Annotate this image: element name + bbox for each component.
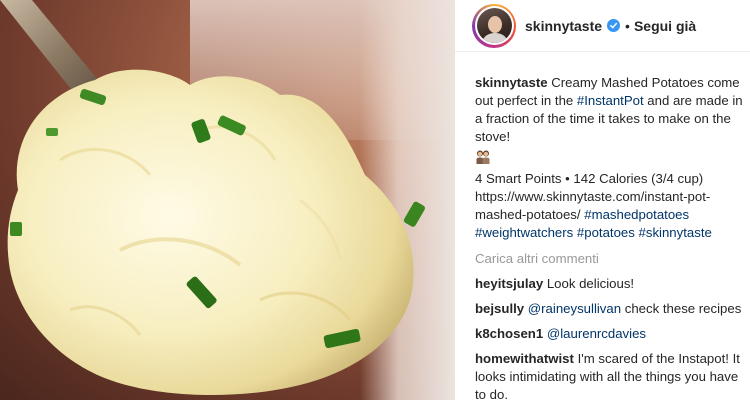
hashtag-potatoes[interactable]: #potatoes [577, 225, 635, 240]
header-username[interactable]: skinnytaste [525, 18, 602, 34]
post-photo[interactable] [0, 0, 455, 400]
comment-item: bejsully @raineysullivan check these rec… [475, 300, 743, 318]
comments-list: skinnytaste Creamy Mashed Potatoes come … [475, 74, 743, 400]
comment-username[interactable]: k8chosen1 [475, 326, 543, 341]
avatar-border [474, 6, 514, 45]
header-separator: • [625, 17, 630, 34]
comment-username[interactable]: homewithatwist [475, 351, 574, 366]
comment-text: check these recipes [621, 301, 742, 316]
comment-mention[interactable]: @raineysullivan [528, 301, 621, 316]
family-emoji-icon [475, 149, 491, 165]
chive [10, 222, 22, 236]
hashtag-mashedpotatoes[interactable]: #mashedpotatoes [584, 207, 689, 222]
mashed-potatoes-spoon-image [0, 0, 425, 396]
avatar[interactable] [472, 3, 516, 48]
load-more-comments-button[interactable]: Carica altri commenti [475, 250, 743, 268]
caption-stats: 4 Smart Points • 142 Calories (3/4 cup) [475, 171, 704, 186]
comment-username[interactable]: heyitsjulay [475, 276, 543, 291]
hashtag-weightwatchers[interactable]: #weightwatchers [475, 225, 573, 240]
post-caption: skinnytaste Creamy Mashed Potatoes come … [475, 74, 743, 242]
comment-item: heyitsjulay Look delicious! [475, 275, 743, 293]
hashtag-skinnytaste[interactable]: #skinnytaste [639, 225, 712, 240]
chive [403, 201, 425, 227]
chive [46, 128, 58, 136]
comment-item: homewithatwist I'm scared of the Instapo… [475, 350, 743, 400]
avatar-face [487, 16, 502, 33]
caption-username[interactable]: skinnytaste [475, 75, 548, 90]
post-side-panel: skinnytaste • Segui già skinnytaste Crea… [455, 0, 750, 400]
comment-item: k8chosen1 @laurenrcdavies [475, 325, 743, 343]
avatar-body [482, 33, 507, 43]
follow-button[interactable]: Segui già [634, 18, 696, 34]
comment-mention[interactable]: @laurenrcdavies [547, 326, 646, 341]
mashed-potatoes [7, 69, 414, 396]
avatar-image [476, 8, 512, 43]
verified-badge-icon [607, 19, 621, 32]
comment-username[interactable]: bejsully [475, 301, 524, 316]
comment-text: Look delicious! [543, 276, 635, 291]
hashtag-instantpot[interactable]: #InstantPot [577, 93, 644, 108]
post-header: skinnytaste • Segui già [455, 0, 750, 52]
